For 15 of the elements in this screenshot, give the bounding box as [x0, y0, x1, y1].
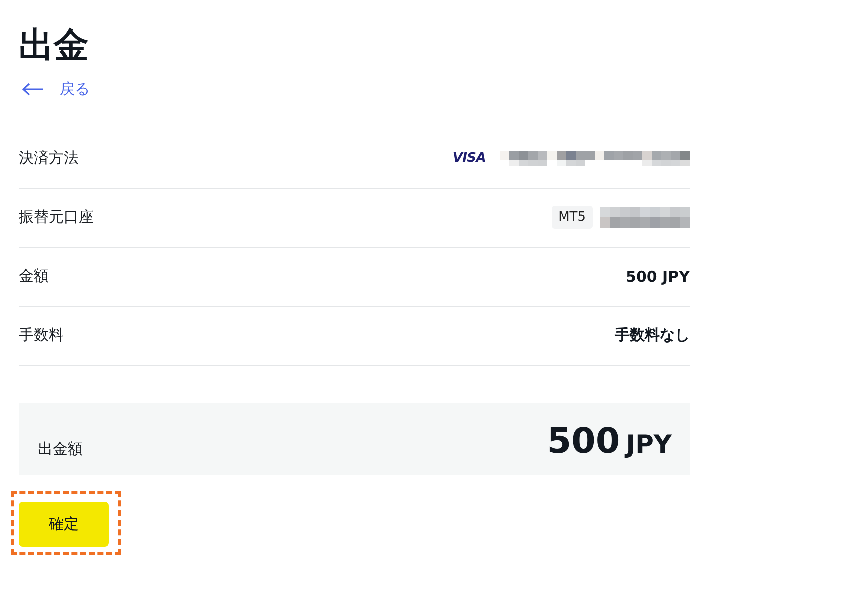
summary-label: 出金額	[38, 438, 83, 460]
detail-label: 振替元口座	[19, 208, 94, 227]
back-link[interactable]: 戻る	[19, 79, 90, 99]
confirm-button[interactable]: 確定	[19, 502, 109, 546]
detail-label: 決済方法	[19, 149, 79, 168]
detail-value: 500 JPY	[626, 268, 690, 286]
summary-currency: JPY	[626, 430, 672, 458]
platform-badge: MT5	[552, 206, 593, 229]
detail-label: 手数料	[19, 326, 64, 345]
left-arrow-icon	[22, 82, 44, 96]
detail-label: 金額	[19, 267, 49, 286]
page-title: 出金	[19, 25, 90, 68]
detail-value: 手数料なし	[615, 326, 690, 345]
card-brand-logo: VISA	[452, 151, 486, 166]
summary-amount: 500	[547, 420, 620, 464]
